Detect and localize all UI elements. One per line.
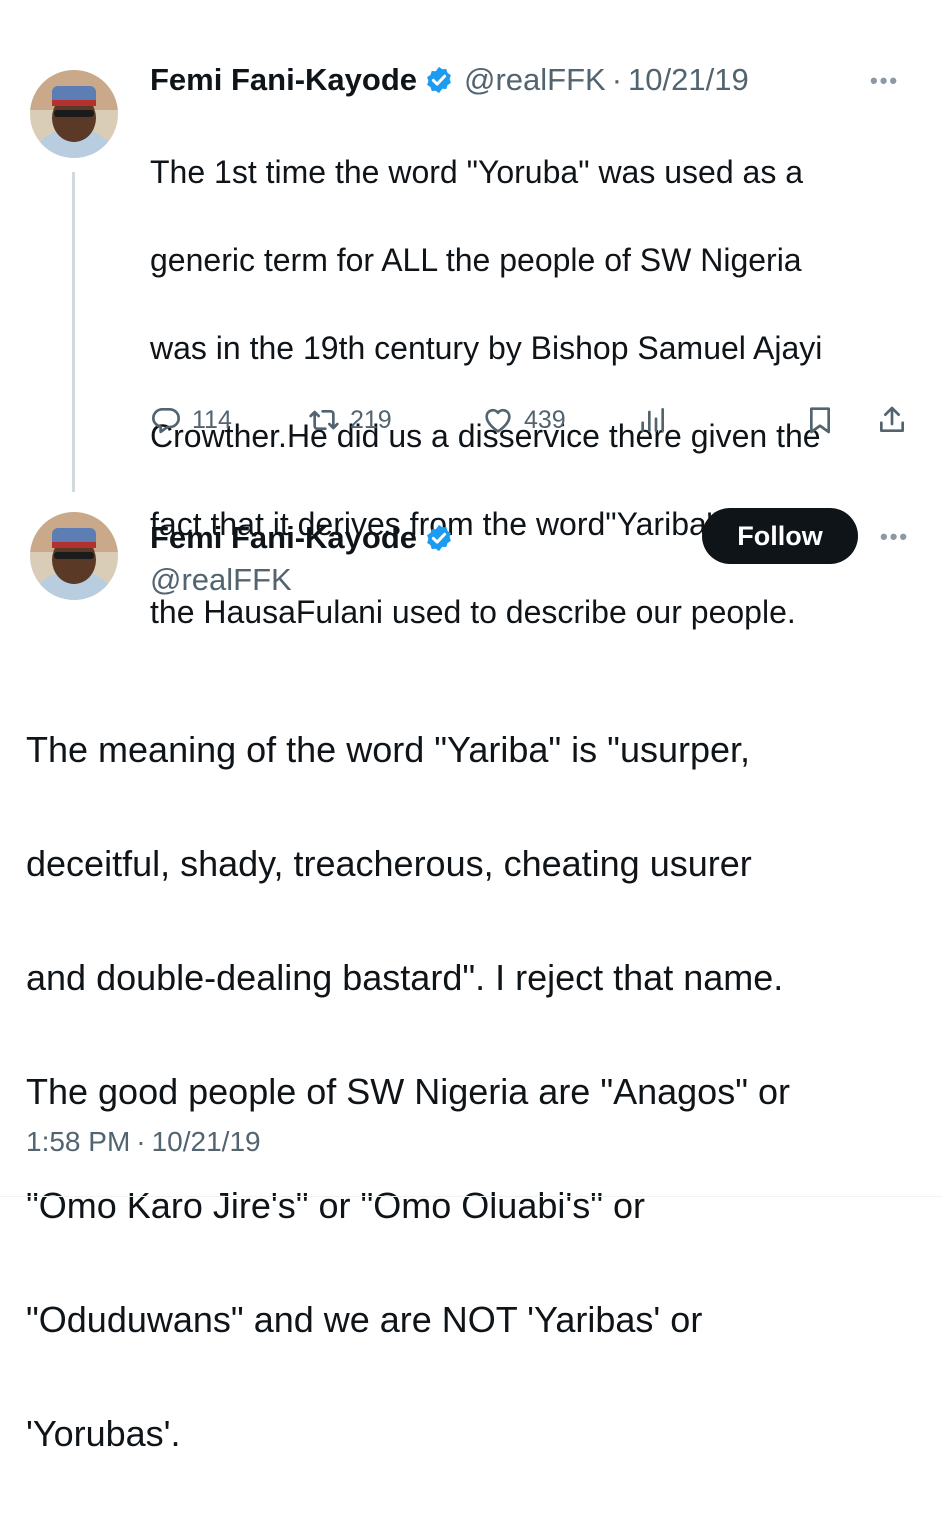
text-line: The good people of SW Nigeria are "Anago… [26,1071,790,1112]
text-line: The 1st time the word "Yoruba" was used … [150,154,803,190]
follow-button[interactable]: Follow [702,508,858,564]
text-line: "Oduduwans" and we are NOT 'Yaribas' or [26,1299,703,1340]
main-tweet-text: The meaning of the word "Yariba" is "usu… [26,664,926,1519]
more-icon[interactable]: ••• [870,68,899,94]
text-line: and double-dealing bastard". I reject th… [26,957,784,998]
thread-connector-line [72,172,75,492]
text-line: deceitful, shady, treacherous, cheating … [26,843,752,884]
share-button[interactable] [876,404,908,436]
more-icon[interactable]: ••• [880,524,909,550]
reply-count: 114 [192,405,232,434]
retweet-icon [309,410,339,430]
bookmark-button[interactable] [804,404,836,436]
tweet-time: 1:58 PM [26,1126,131,1157]
author-name[interactable]: Femi Fani-Kayode [150,520,417,556]
retweet-count: 219 [350,405,392,434]
date-separator: · [136,1126,146,1157]
verified-badge-icon [427,66,451,94]
share-icon [880,406,904,432]
author-avatar[interactable] [30,512,118,600]
text-line: generic term for ALL the people of SW Ni… [150,242,802,278]
views-icon [641,408,664,432]
tweet-date: 10/21/19 [151,1126,261,1157]
reply-button[interactable]: 114 [150,404,232,436]
reply-header: Femi Fani-Kayode @realFFK · 10/21/19 [150,58,749,102]
author-avatar[interactable] [30,70,118,158]
views-button[interactable] [636,404,668,436]
text-line: 'Yorubas'. [26,1413,181,1454]
text-line: "Omo Karo Jire's" or "Omo Oluabi's" or [26,1185,646,1226]
divider [0,1196,942,1197]
like-count: 439 [524,405,566,434]
like-icon [485,408,511,433]
text-line: was in the 19th century by Bishop Samuel… [150,330,823,366]
author-name[interactable]: Femi Fani-Kayode [150,62,417,98]
author-handle[interactable]: @realFFK [150,562,292,598]
reply-icon [152,408,180,434]
like-button[interactable]: 439 [482,404,566,436]
main-header: Femi Fani-Kayode [150,516,464,560]
date-separator: · [611,62,623,97]
verified-badge-icon [427,524,451,552]
author-handle[interactable]: @realFFK [464,62,606,98]
text-line: The meaning of the word "Yariba" is "usu… [26,729,751,770]
tweet-timestamp[interactable]: 1:58 PM · 10/21/19 [26,1126,261,1158]
tweet-date[interactable]: 10/21/19 [628,62,749,98]
bookmark-icon [810,407,830,434]
retweet-button[interactable]: 219 [308,404,392,436]
